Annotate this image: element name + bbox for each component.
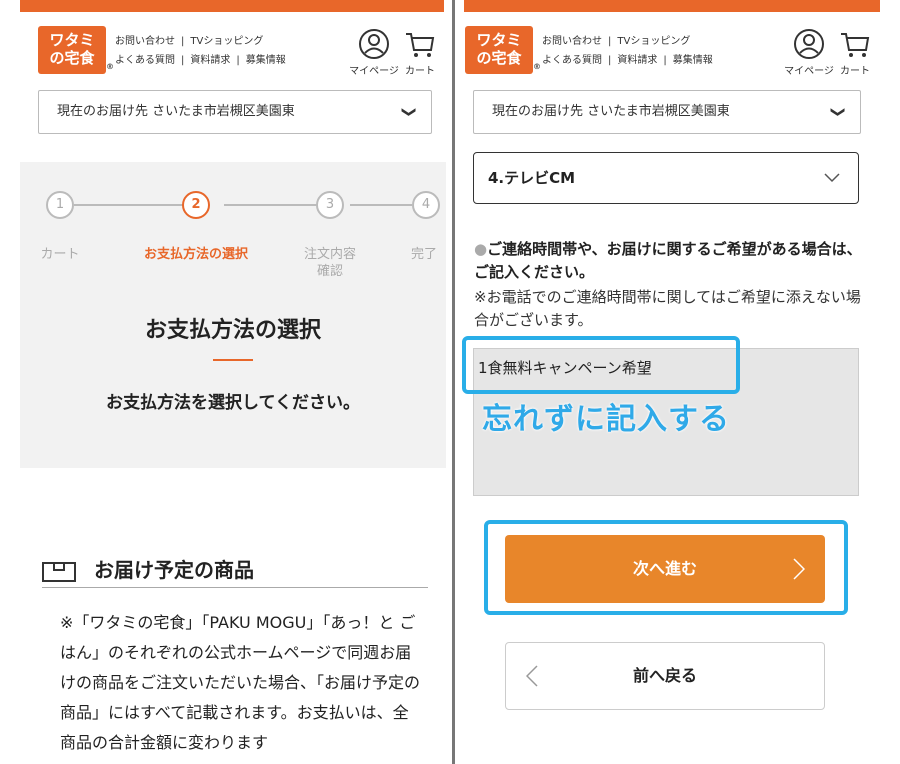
delivery-address-text: 現在のお届け先 さいたま市岩槻区美園東	[492, 104, 730, 119]
logo-registered: ®	[533, 62, 541, 71]
mypage-button[interactable]: マイページ	[784, 28, 834, 77]
logo-registered: ®	[106, 62, 114, 71]
cart-label: カート	[405, 66, 435, 77]
link-faq[interactable]: よくある質問	[542, 55, 602, 66]
logo-line2: の宅食	[49, 49, 95, 67]
step-connector	[224, 204, 322, 206]
link-contact[interactable]: お問い合わせ	[542, 36, 602, 47]
step-4-circle: 4	[412, 191, 440, 219]
step-4-label: 完了	[410, 247, 437, 262]
back-button-label: 前へ戻る	[632, 666, 697, 685]
title-underline	[213, 359, 253, 361]
step-connector	[350, 204, 412, 206]
step-2-label: お支払方法の選択	[143, 247, 248, 262]
chevron-down-icon: ❯	[401, 106, 418, 118]
chevron-right-icon	[793, 535, 806, 603]
top-bar-right	[464, 0, 880, 12]
step-connector	[74, 204, 196, 206]
cart-button[interactable]: カート	[835, 28, 875, 77]
products-heading: お届け予定の商品	[42, 550, 428, 588]
step-3-circle: 3	[316, 191, 344, 219]
link-recruit[interactable]: 募集情報	[673, 55, 713, 66]
link-brochure[interactable]: 資料請求	[617, 55, 657, 66]
link-brochure[interactable]: 資料請求	[190, 55, 230, 66]
request-label: ●ご連絡時間帯や、お届けに関するご希望がある場合は、ご記入ください。	[474, 238, 864, 284]
chevron-down-icon	[824, 153, 840, 203]
delivery-address-select-right[interactable]: 現在のお届け先 さいたま市岩槻区美園東 ❯	[473, 90, 861, 134]
screenshot-divider	[452, 0, 455, 764]
products-title: お届け予定の商品	[94, 558, 254, 582]
page-title: お支払方法の選択	[144, 318, 321, 343]
logo-line1: ワタミ	[476, 31, 522, 49]
request-note: ※お電話でのご連絡時間帯に関してはご希望に添えない場合がございます。	[474, 288, 861, 329]
step-1-circle: 1	[46, 191, 74, 219]
user-icon	[359, 29, 389, 59]
delivery-address-text: 現在のお届け先 さいたま市岩槻区美園東	[57, 104, 295, 119]
cart-label: カート	[840, 66, 870, 77]
header-right: ワタミ の宅食 ® お問い合わせ | TVショッピング よくある質問 | 資料請求 | 募集…	[465, 26, 875, 84]
chevron-down-icon: ❯	[830, 106, 847, 118]
mypage-button[interactable]: マイページ	[349, 28, 399, 77]
request-label-text: ご連絡時間帯や、お届けに関するご希望がある場合は、ご記入ください。	[474, 240, 862, 281]
bullet-icon: ●	[474, 240, 488, 258]
next-button-label: 次へ進む	[632, 559, 697, 578]
step-2-circle: 2	[182, 191, 210, 219]
logo[interactable]: ワタミ の宅食 ®	[38, 26, 114, 74]
top-bar-left	[20, 0, 444, 12]
page-subtitle: お支払方法を選択してください。	[106, 393, 360, 413]
link-recruit[interactable]: 募集情報	[246, 55, 286, 66]
link-faq[interactable]: よくある質問	[115, 55, 175, 66]
cart-button[interactable]: カート	[400, 28, 440, 77]
logo-line1: ワタミ	[49, 31, 95, 49]
link-contact[interactable]: お問い合わせ	[115, 36, 175, 47]
header-links: お問い合わせ | TVショッピング よくある質問 | 資料請求 | 募集情報	[115, 36, 286, 66]
link-tv-shopping[interactable]: TVショッピング	[617, 36, 690, 47]
link-tv-shopping[interactable]: TVショッピング	[190, 36, 263, 47]
delivery-address-select[interactable]: 現在のお届け先 さいたま市岩槻区美園東 ❯	[38, 90, 432, 134]
highlight-box-textarea	[462, 336, 740, 394]
header-left: ワタミ の宅食 ® お問い合わせ | TVショッピング よくある質問 | 資料請求 | 募集…	[38, 26, 448, 84]
step-1-label: カート	[40, 247, 80, 262]
logo-line2: の宅食	[476, 49, 522, 67]
annotation-text: 忘れずに記入する	[482, 402, 730, 437]
checkout-steps-panel: 1 2 3 4 カート お支払方法の選択 注文内容確認 完了 お支払方法の選択 …	[20, 162, 446, 468]
user-icon	[794, 29, 824, 59]
logo-right[interactable]: ワタミ の宅食 ®	[465, 26, 541, 74]
cart-icon	[406, 33, 435, 57]
header-links-right: お問い合わせ | TVショッピング よくある質問 | 資料請求 | 募集情報	[542, 36, 713, 66]
back-button[interactable]: 前へ戻る	[505, 642, 825, 710]
box-icon	[42, 562, 76, 582]
products-note: ※「ワタミの宅食」「PAKU MOGU」「あっ！と ごはん」のそれぞれの公式ホー…	[60, 613, 421, 752]
step-3-label: 注文内容確認	[303, 247, 356, 279]
chevron-left-icon	[525, 643, 538, 709]
source-select[interactable]: 4.テレビCM	[473, 152, 859, 204]
next-button[interactable]: 次へ進む	[505, 535, 825, 603]
source-select-value: 4.テレビCM	[488, 169, 576, 187]
cart-icon	[841, 33, 870, 57]
